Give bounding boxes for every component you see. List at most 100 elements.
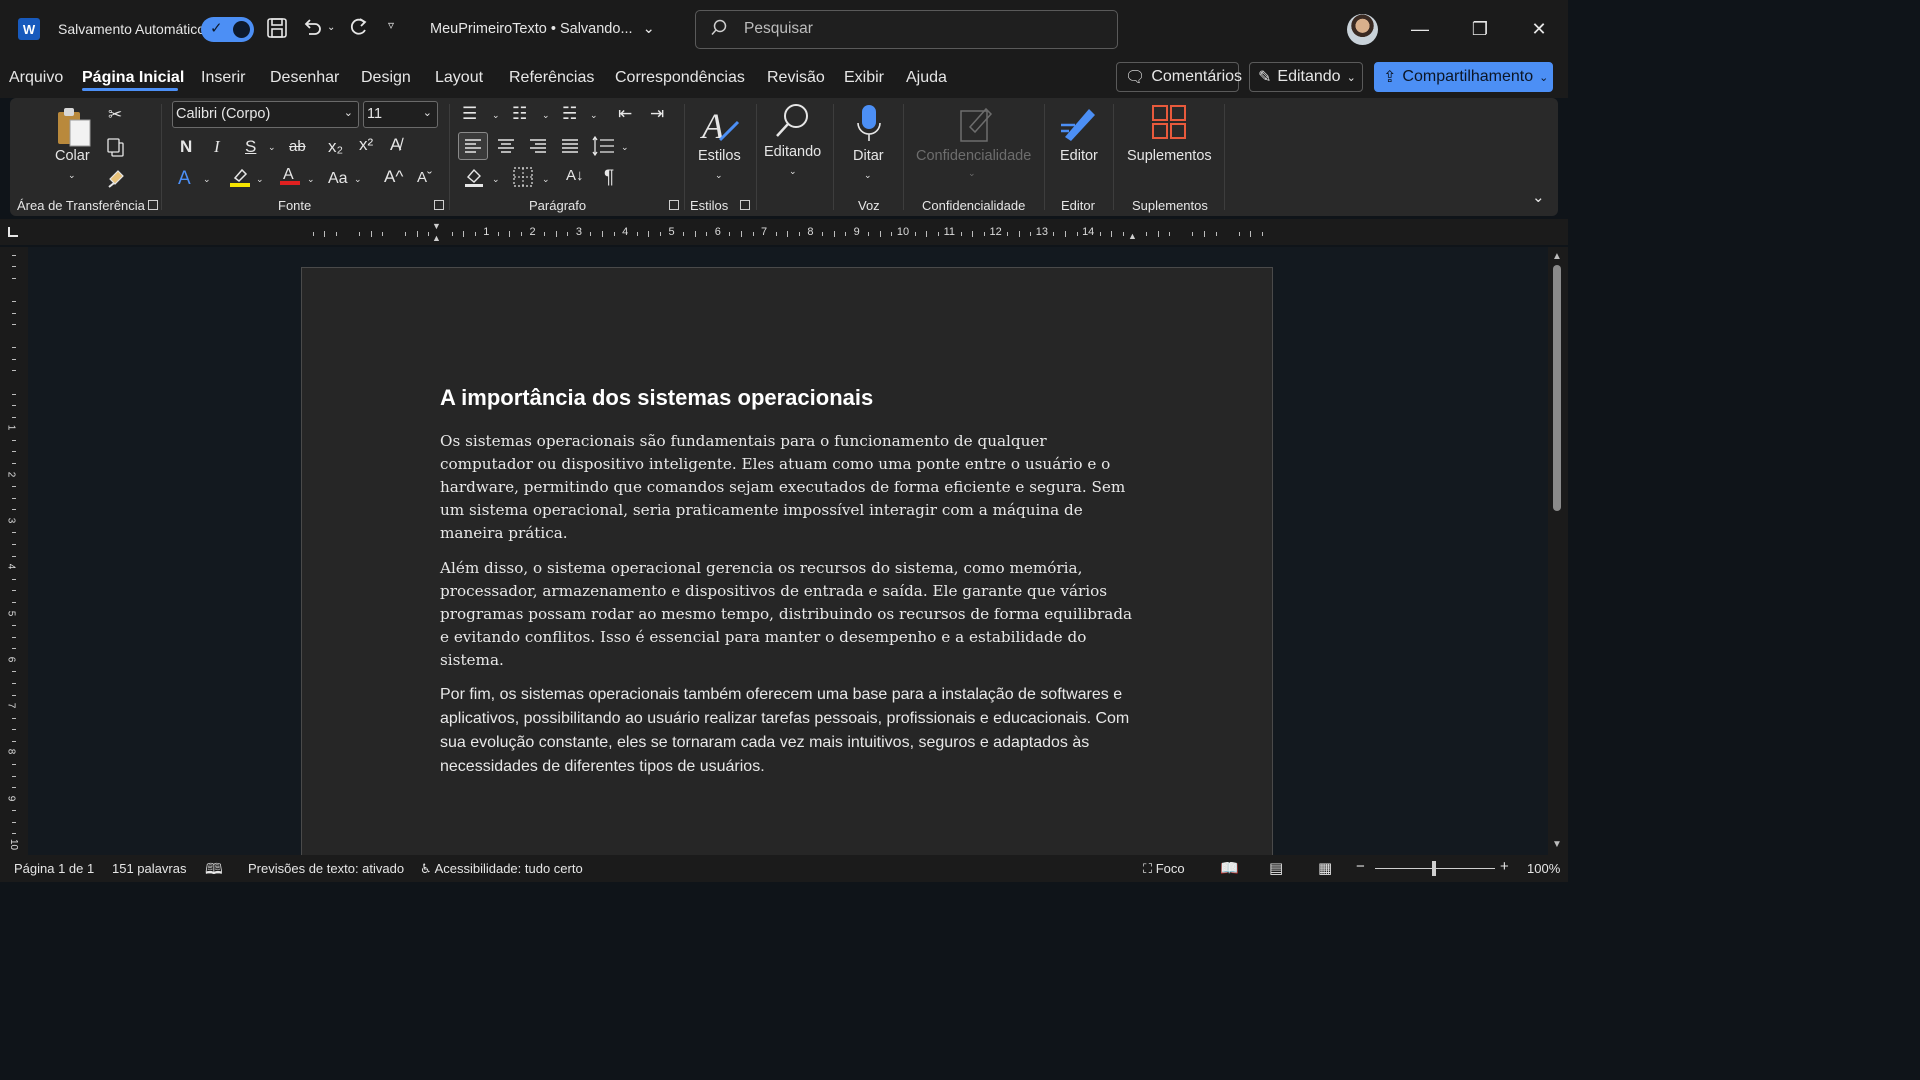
tab-arquivo[interactable]: Arquivo <box>9 69 63 87</box>
tab-correspondencias[interactable]: Correspondências <box>615 69 745 87</box>
highlight-icon[interactable] <box>229 166 251 191</box>
numbering-icon[interactable]: ☷ <box>512 105 527 122</box>
collapse-ribbon-icon[interactable]: ⌄ <box>1532 190 1545 205</box>
bullets-dropdown-icon[interactable]: ⌄ <box>492 110 500 121</box>
document-title[interactable]: MeuPrimeiroTexto • Salvando... ⌄ <box>430 21 655 37</box>
page-count[interactable]: Página 1 de 1 <box>14 861 94 876</box>
paragraph-launcher-icon[interactable] <box>669 200 679 210</box>
borders-dropdown-icon[interactable]: ⌄ <box>542 174 550 185</box>
grow-font-button[interactable]: A^ <box>384 168 403 185</box>
paragraph-2[interactable]: Além disso, o sistema operacional gerenc… <box>440 557 1140 672</box>
scrollbar-thumb[interactable] <box>1553 265 1561 511</box>
show-marks-button[interactable]: ¶ <box>604 168 614 187</box>
change-case-dropdown-icon[interactable]: ⌄ <box>354 174 362 185</box>
word-count[interactable]: 151 palavras <box>112 861 186 876</box>
sensitivity-icon[interactable] <box>958 103 994 146</box>
clipboard-launcher-icon[interactable] <box>148 200 158 210</box>
paste-label[interactable]: Colar <box>55 148 90 164</box>
subscript-button[interactable]: x₂ <box>328 138 343 155</box>
font-name-select[interactable]: Calibri (Corpo) ⌄ <box>172 101 359 128</box>
paste-icon[interactable] <box>54 106 94 153</box>
proofing-icon[interactable]: 🕮 <box>205 859 223 884</box>
highlight-dropdown-icon[interactable]: ⌄ <box>256 174 264 185</box>
undo-dropdown-icon[interactable]: ⌄ <box>327 22 335 33</box>
paragraph-1[interactable]: Os sistemas operacionais são fundamentai… <box>440 430 1140 545</box>
avatar[interactable] <box>1347 14 1378 45</box>
multilevel-dropdown-icon[interactable]: ⌄ <box>590 110 598 121</box>
search-input[interactable] <box>744 20 1064 38</box>
tab-exibir[interactable]: Exibir <box>844 69 884 87</box>
format-painter-icon[interactable] <box>106 168 126 191</box>
multilevel-list-icon[interactable]: ☵ <box>562 105 577 122</box>
find-icon[interactable] <box>772 101 812 144</box>
tab-pagina-inicial[interactable]: Página Inicial <box>82 69 184 87</box>
editing-group-label[interactable]: Editando <box>764 144 821 160</box>
redo-icon[interactable] <box>347 16 369 43</box>
scroll-down-icon[interactable]: ▼ <box>1552 839 1562 850</box>
numbering-dropdown-icon[interactable]: ⌄ <box>542 110 550 121</box>
right-indent-marker[interactable]: ▲ <box>1128 231 1137 241</box>
zoom-level[interactable]: 100% <box>1527 861 1560 876</box>
cut-icon[interactable]: ✂ <box>108 106 122 123</box>
justify-icon[interactable] <box>556 133 584 162</box>
font-color-icon[interactable]: A <box>279 164 301 189</box>
web-layout-icon[interactable]: ▦ <box>1318 859 1332 877</box>
addins-icon[interactable] <box>1151 104 1187 143</box>
minimize-icon[interactable]: — <box>1405 14 1435 44</box>
bullets-icon[interactable]: ☰ <box>462 105 477 122</box>
shading-icon[interactable] <box>462 165 486 192</box>
dictate-label[interactable]: Ditar <box>853 148 884 164</box>
superscript-button[interactable]: x² <box>359 136 373 153</box>
tab-revisao[interactable]: Revisão <box>767 69 825 87</box>
vertical-scrollbar[interactable]: ▲ ▼ <box>1548 247 1568 855</box>
styles-label[interactable]: Estilos <box>698 148 741 164</box>
align-right-icon[interactable] <box>524 133 552 162</box>
editor-icon[interactable] <box>1059 103 1099 146</box>
borders-icon[interactable] <box>512 166 534 191</box>
strikethrough-button[interactable]: ab <box>289 139 306 154</box>
align-left-button[interactable] <box>458 132 488 160</box>
editing-mode-button[interactable]: ✎ Editando ⌄ <box>1249 62 1363 92</box>
tab-layout[interactable]: Layout <box>435 69 483 87</box>
restore-icon[interactable]: ❐ <box>1465 14 1495 44</box>
shading-dropdown-icon[interactable]: ⌄ <box>492 174 500 185</box>
font-color-dropdown-icon[interactable]: ⌄ <box>307 174 315 185</box>
clear-formatting-icon[interactable]: A̸ <box>390 136 401 153</box>
scroll-up-icon[interactable]: ▲ <box>1552 251 1562 262</box>
tab-ajuda[interactable]: Ajuda <box>906 69 947 87</box>
left-indent-marker[interactable]: ▲ <box>432 233 441 243</box>
first-line-indent-marker[interactable]: ▼ <box>432 221 441 231</box>
close-icon[interactable]: ✕ <box>1524 14 1554 44</box>
tab-design[interactable]: Design <box>361 69 411 87</box>
document-page[interactable]: A importância dos sistemas operacionais … <box>301 267 1273 855</box>
undo-icon[interactable] <box>301 16 323 43</box>
read-mode-icon[interactable]: 📖 <box>1220 859 1239 877</box>
editor-label[interactable]: Editor <box>1060 148 1098 164</box>
line-spacing-dropdown-icon[interactable]: ⌄ <box>621 142 629 153</box>
dictate-dropdown-icon[interactable]: ⌄ <box>864 170 872 181</box>
save-icon[interactable] <box>266 17 288 44</box>
shrink-font-button[interactable]: Aˇ <box>417 170 432 185</box>
paragraph-3[interactable]: Por fim, os sistemas operacionais também… <box>440 683 1140 779</box>
microphone-icon[interactable] <box>856 103 882 148</box>
italic-button[interactable]: I <box>214 138 220 155</box>
tab-referencias[interactable]: Referências <box>509 69 594 87</box>
underline-button[interactable]: S <box>245 138 256 155</box>
text-predictions-status[interactable]: Previsões de texto: ativado <box>248 861 404 876</box>
change-case-button[interactable]: Aa <box>328 171 348 187</box>
styles-icon[interactable]: A <box>700 104 742 149</box>
font-size-select[interactable]: 11 ⌄ <box>363 101 438 128</box>
paste-dropdown-icon[interactable]: ⌄ <box>68 170 76 181</box>
comments-button[interactable]: 🗨 Comentários <box>1116 62 1242 92</box>
font-launcher-icon[interactable] <box>434 200 444 210</box>
zoom-out-icon[interactable]: − <box>1356 858 1365 875</box>
text-effects-icon[interactable]: A <box>178 169 191 188</box>
tab-stop-selector[interactable] <box>8 227 18 237</box>
addins-label[interactable]: Suplementos <box>1127 148 1212 164</box>
focus-button[interactable]: ⛶ Foco <box>1143 861 1185 877</box>
zoom-in-icon[interactable]: + <box>1500 858 1509 875</box>
increase-indent-icon[interactable]: ⇥ <box>650 105 664 122</box>
line-spacing-icon[interactable] <box>590 133 618 162</box>
bold-button[interactable]: N <box>180 138 192 155</box>
text-effects-dropdown-icon[interactable]: ⌄ <box>203 174 211 185</box>
